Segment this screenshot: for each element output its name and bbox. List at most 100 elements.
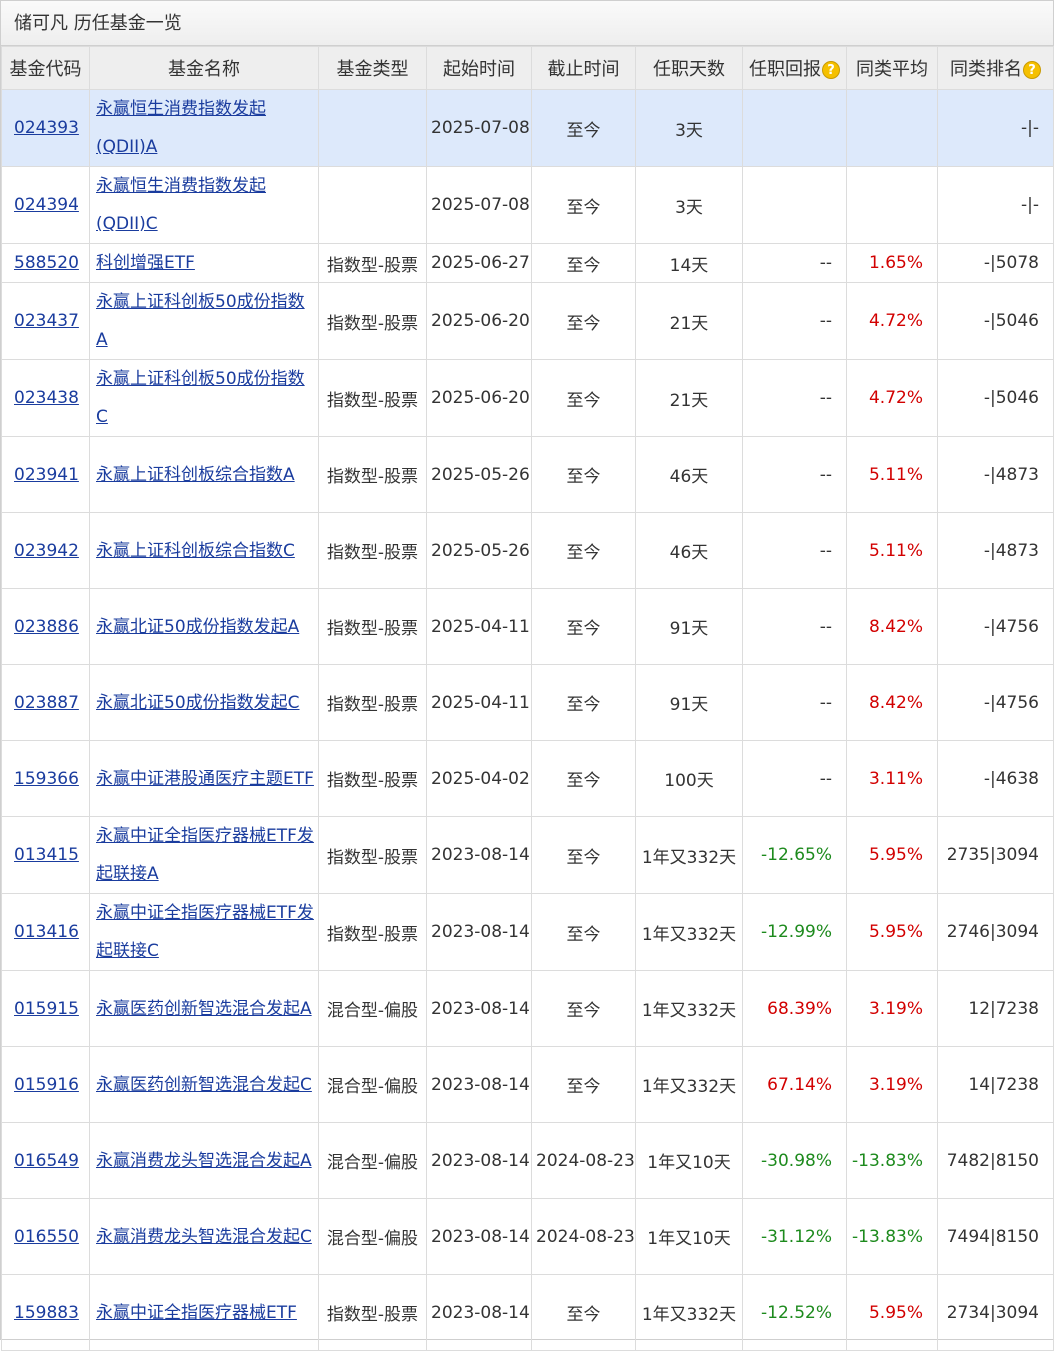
end-date-value: 至今: [566, 924, 601, 945]
tenure-days-cell: 3天: [635, 166, 743, 244]
start-date-cell: 2023-08-14: [426, 816, 532, 894]
category-average-cell: 4.72%: [846, 359, 938, 437]
fund-name-link[interactable]: 永赢恒生消费指数发起(QDII)C: [96, 176, 266, 234]
fund-code-link[interactable]: 023886: [14, 617, 79, 637]
fund-code-link[interactable]: 024393: [14, 118, 79, 138]
end-date-cell: 2024-08-23: [531, 1122, 636, 1199]
fund-name-link[interactable]: 永赢上证科创板50成份指数A: [96, 292, 305, 350]
fund-name-link[interactable]: 永赢消费龙头智选混合发起A: [96, 1151, 312, 1171]
fund-name-link[interactable]: 永赢上证科创板50成份指数C: [96, 369, 305, 427]
end-date-value: 2024-08-23: [536, 1150, 635, 1171]
fund-name-link[interactable]: 科创增强ETF: [96, 253, 195, 273]
fund-name-link[interactable]: 永赢中证全指医疗器械ETF发起联接C: [96, 903, 314, 961]
header-return[interactable]: 任职回报?: [742, 46, 847, 90]
header-code[interactable]: 基金代码: [1, 46, 90, 90]
header-start[interactable]: 起始时间: [426, 46, 532, 90]
tenure-return-cell: 68.39%: [742, 970, 847, 1047]
category-average-value: 1.65%: [868, 253, 923, 273]
start-date-value: 2025-04-11: [431, 692, 530, 713]
fund-type-cell: 混合型-偏股: [318, 1046, 427, 1123]
end-date-cell: 至今: [531, 816, 636, 894]
fund-name-link[interactable]: 永赢上证科创板综合指数C: [96, 541, 295, 561]
start-date-value: 2025-05-26: [431, 464, 530, 485]
fund-code-link[interactable]: 023941: [14, 465, 79, 485]
header-rank[interactable]: 同类排名?: [937, 46, 1054, 90]
category-rank-cell: 14|7238: [937, 1046, 1054, 1123]
end-date-value: 至今: [566, 120, 601, 141]
fund-code-link[interactable]: 013416: [14, 922, 79, 942]
fund-name-link[interactable]: 永赢北证50成份指数发起C: [96, 693, 300, 713]
fund-code-link[interactable]: 023437: [14, 311, 79, 331]
tenure-days-cell: 91天: [635, 664, 743, 741]
category-average-value: -13.83%: [852, 1150, 923, 1171]
header-end[interactable]: 截止时间: [531, 46, 636, 90]
category-average-cell: -13.83%: [846, 1122, 938, 1199]
fund-code-link[interactable]: 159883: [14, 1303, 79, 1323]
end-date-value: 至今: [566, 390, 601, 411]
fund-type-value: 指数型-股票: [326, 619, 419, 639]
fund-name-link[interactable]: 永赢北证50成份指数发起A: [96, 617, 299, 637]
fund-code-link[interactable]: 015915: [14, 999, 79, 1019]
start-date-value: 2023-08-14: [431, 1226, 530, 1247]
fund-code-link[interactable]: 588520: [14, 253, 79, 273]
table-row: 159883 永赢中证全指医疗器械ETF 指数型-股票 2023-08-14 至今 1年又…: [1, 1274, 1054, 1351]
start-date-value: 2023-08-14: [431, 1074, 530, 1095]
start-date-cell: 2025-07-08: [426, 89, 532, 167]
fund-type-cell: 混合型-偏股: [318, 970, 427, 1047]
table-row: 023437 永赢上证科创板50成份指数A 指数型-股票 2025-06-20 至今 21…: [1, 282, 1054, 360]
tenure-days-value: 100天: [664, 771, 714, 791]
fund-type-value: 混合型-偏股: [326, 1077, 419, 1097]
fund-code-link[interactable]: 023887: [14, 693, 79, 713]
category-average-cell: 8.42%: [846, 588, 938, 665]
fund-code-link[interactable]: 016549: [14, 1151, 79, 1171]
fund-code-link[interactable]: 016550: [14, 1227, 79, 1247]
start-date-value: 2025-07-08: [431, 195, 530, 215]
tenure-days-cell: 46天: [635, 436, 743, 513]
question-mark-icon[interactable]: ?: [1023, 61, 1041, 79]
tenure-days-cell: 14天: [635, 243, 743, 283]
fund-name-link[interactable]: 永赢医药创新智选混合发起A: [96, 999, 312, 1019]
fund-type-cell: 指数型-股票: [318, 740, 427, 817]
fund-type-value: 指数型-股票: [326, 390, 419, 411]
fund-name-link[interactable]: 永赢中证港股通医疗主题ETF: [96, 769, 314, 789]
header-type[interactable]: 基金类型: [318, 46, 427, 90]
fund-name-link[interactable]: 永赢上证科创板综合指数A: [96, 465, 295, 485]
category-rank-cell: 2735|3094: [937, 816, 1054, 894]
end-date-value: 至今: [566, 1077, 601, 1097]
fund-code-link[interactable]: 013415: [14, 845, 79, 865]
category-average-value: 5.95%: [868, 922, 923, 942]
fund-type-value: 指数型-股票: [326, 467, 419, 487]
category-average-value: -13.83%: [852, 1226, 923, 1247]
fund-name-cell: 永赢中证全指医疗器械ETF发起联接C: [89, 893, 319, 971]
tenure-days-value: 46天: [669, 543, 709, 563]
header-days[interactable]: 任职天数: [635, 46, 743, 90]
fund-name-link[interactable]: 永赢消费龙头智选混合发起C: [96, 1227, 312, 1247]
fund-name-link[interactable]: 永赢恒生消费指数发起(QDII)A: [96, 99, 266, 157]
category-rank-value: -|5046: [983, 311, 1039, 331]
header-name[interactable]: 基金名称: [89, 46, 319, 90]
category-average-cell: [846, 89, 938, 167]
fund-code-link[interactable]: 023438: [14, 388, 79, 408]
fund-code-link[interactable]: 024394: [14, 195, 79, 215]
fund-type-cell: 指数型-股票: [318, 664, 427, 741]
fund-name-link[interactable]: 永赢中证全指医疗器械ETF: [96, 1303, 297, 1323]
tenure-return-cell: -30.98%: [742, 1122, 847, 1199]
category-rank-value: -|4873: [983, 540, 1039, 561]
category-rank-value: 2735|3094: [946, 845, 1039, 865]
fund-type-value: 指数型-股票: [326, 847, 419, 868]
category-average-cell: [846, 166, 938, 244]
table-row: 588520 科创增强ETF 指数型-股票 2025-06-27 至今 14天 -- 1.65…: [1, 243, 1054, 283]
category-rank-cell: 7494|8150: [937, 1198, 1054, 1275]
fund-name-link[interactable]: 永赢中证全指医疗器械ETF发起联接A: [96, 826, 314, 884]
fund-code-link[interactable]: 015916: [14, 1075, 79, 1095]
fund-code-link[interactable]: 159366: [14, 769, 79, 789]
table-row: 013415 永赢中证全指医疗器械ETF发起联接A 指数型-股票 2023-08-14…: [1, 816, 1054, 894]
fund-type-cell: 指数型-股票: [318, 1274, 427, 1351]
question-mark-icon[interactable]: ?: [822, 61, 840, 79]
start-date-value: 2025-05-26: [431, 540, 530, 561]
fund-code-link[interactable]: 023942: [14, 541, 79, 561]
end-date-cell: 至今: [531, 282, 636, 360]
header-average[interactable]: 同类平均: [846, 46, 938, 90]
fund-type-cell: 指数型-股票: [318, 893, 427, 971]
fund-name-link[interactable]: 永赢医药创新智选混合发起C: [96, 1075, 312, 1095]
